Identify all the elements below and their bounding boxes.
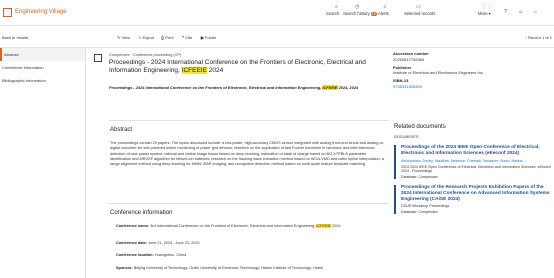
record-side-metadata: Accession number 20250817759384 Publishe…: [393, 51, 543, 92]
related-documents-label: DOCUMENTS: [394, 135, 419, 139]
history-count-badge: 15: [370, 12, 377, 16]
isbn-value-link[interactable]: 9798331528300: [393, 84, 543, 90]
title-text: Proceedings - 2024 International Confere…: [109, 59, 366, 74]
prev-record-icon[interactable]: ‹: [526, 35, 527, 40]
export-button[interactable]: ⇩ Export: [138, 35, 154, 40]
record-pager[interactable]: ‹ Record 1 of 1: [526, 35, 552, 40]
cite-label: Cite: [185, 35, 193, 40]
select-record-checkbox[interactable]: [94, 54, 102, 62]
abstract-text: The proceedings contain 29 papers. The t…: [110, 141, 385, 167]
record-toolbar: Back to results ✎ View ⇩ Export ⎙ Print …: [0, 26, 554, 48]
nav-more-label: More: [478, 11, 488, 16]
section-nav-bibliographic-information[interactable]: Bibliographic information: [0, 74, 85, 87]
related-document-item: Proceedings of the Research Projects Exh…: [394, 185, 554, 214]
view-label: View: [121, 35, 131, 40]
sponsor-value: Beijing University of Technology; Guilin…: [133, 266, 324, 270]
nav-search-history[interactable]: Search history 15: [343, 11, 377, 16]
cite-icon: ❝: [182, 35, 185, 40]
pager-label: Record 1 of 1: [527, 35, 552, 40]
export-label: Export: [142, 35, 155, 40]
print-label: Print: [165, 35, 174, 40]
related-document-source: CEUR Workshop Proceedings: [401, 204, 450, 208]
nav-selected-records[interactable]: Selected records: [404, 11, 435, 16]
sponsor-label: Sponsor:: [116, 266, 133, 270]
history-icon[interactable]: ◷: [355, 4, 359, 10]
folder-button[interactable]: ▣ Folder: [200, 35, 216, 40]
grid-icon[interactable]: ⋮⋮: [482, 4, 492, 10]
record-title: Proceedings - 2024 International Confere…: [109, 59, 385, 75]
related-documents-heading: Related documents: [394, 124, 446, 130]
related-document-source: 2024 2024 IEEE Open Conference of Electr…: [401, 164, 551, 174]
nav-more[interactable]: More ▾: [478, 11, 491, 16]
related-document-database: Database: Compendex: [401, 174, 438, 179]
print-button[interactable]: ⎙ Print: [161, 35, 174, 40]
conference-name-row: Conference name: 3rd International Confe…: [116, 224, 386, 229]
conference-location-value: Huangzhou, China: [154, 253, 187, 257]
folder-icon[interactable]: ▭: [416, 4, 421, 10]
title-highlight: ICFEEIE: [181, 67, 207, 74]
related-documents-panel: Related documents DOCUMENTS Proceedings …: [394, 124, 554, 278]
source-suffix: 2024, 2024: [337, 85, 359, 90]
section-nav: Abstract Conference information Bibliogr…: [0, 48, 86, 278]
nav-search-history-label: Search history: [343, 11, 370, 16]
conference-location-row: Conference location: Huangzhou, China: [116, 253, 386, 258]
folder-label: Folder: [204, 35, 217, 40]
nav-search[interactable]: Search: [326, 11, 339, 16]
section-nav-abstract[interactable]: Abstract: [0, 48, 85, 61]
view-icon: ✎: [117, 35, 121, 40]
elsevier-logo-icon[interactable]: [3, 8, 12, 17]
related-document-item: Proceedings of the 2024 IEEE Open Confer…: [394, 145, 554, 179]
cite-button[interactable]: ❝ Cite: [182, 35, 192, 40]
help-icon[interactable]: ?: [504, 9, 507, 15]
related-document-database: Database: Compendex: [401, 209, 438, 214]
top-header: Engineering Village ⌕ Search ◷ Search hi…: [0, 0, 554, 26]
conference-name-suffix: 2024: [331, 224, 341, 228]
user-icon[interactable]: ☺: [518, 9, 523, 15]
folder-add-icon: ▣: [200, 35, 204, 40]
nav-alerts[interactable]: Alerts: [378, 11, 389, 16]
abstract-heading: Abstract: [110, 127, 133, 133]
conference-location-label: Conference location:: [116, 253, 154, 257]
view-button[interactable]: ✎ View: [117, 35, 130, 40]
conference-heading: Conference information: [110, 210, 173, 216]
back-to-results-link[interactable]: Back to results: [2, 35, 28, 40]
app-title[interactable]: Engineering Village: [15, 9, 67, 15]
institution-icon[interactable]: ⌂: [534, 9, 537, 15]
related-document-title-link[interactable]: Proceedings of the 2024 IEEE Open Confer…: [401, 145, 554, 157]
export-icon: ⇩: [138, 35, 142, 40]
conference-date-value: June 21, 2024 - June 23, 2024: [148, 241, 200, 245]
search-icon[interactable]: ⌕: [335, 4, 338, 10]
sponsor-row: Sponsor: Beijing University of Technolog…: [116, 266, 386, 271]
conference-date-row: Conference date: June 21, 2024 - June 23…: [116, 241, 386, 246]
publisher-value: Institute of Electrical and Electronics …: [393, 70, 484, 75]
title-suffix: 2024: [206, 67, 224, 74]
record-meta: Compendex · Conference proceeding (CP): [109, 53, 182, 57]
divider: [109, 120, 389, 121]
source-text: Proceedings - 2024 International Confere…: [109, 85, 323, 90]
print-icon: ⎙: [161, 35, 165, 40]
record-source: Proceedings - 2024 International Confere…: [109, 85, 384, 90]
conference-name-highlight: ICFEEIE: [316, 224, 332, 228]
conference-name-text: 3rd International Conference on the Fron…: [150, 224, 317, 228]
related-document-title-link[interactable]: Proceedings of the Research Projects Exh…: [401, 185, 554, 203]
bell-icon[interactable]: ♫: [383, 4, 387, 10]
accession-number-value: 20250817759384: [393, 56, 425, 62]
conference-name-label: Conference name:: [116, 224, 150, 228]
conference-date-label: Conference date:: [116, 241, 148, 245]
related-document-authors[interactable]: Aleksandrov, Dmitry; Naultlian, Nesmine;…: [401, 159, 554, 164]
divider: [109, 203, 389, 204]
section-nav-conference-information[interactable]: Conference information: [0, 61, 85, 74]
source-highlight: ICFEEIE: [322, 85, 338, 90]
